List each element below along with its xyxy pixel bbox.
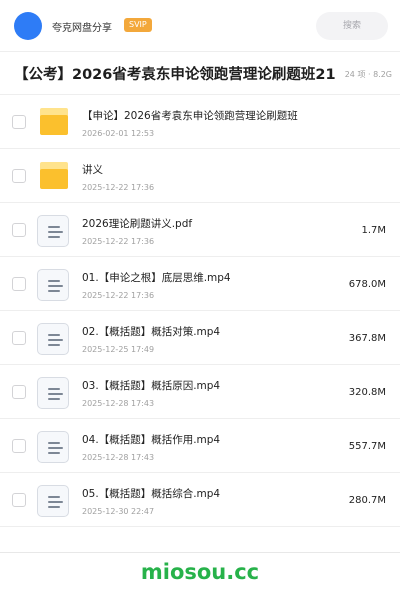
row-checkbox[interactable] xyxy=(12,169,26,183)
file-name: 01.【申论之根】底层思维.mp4 xyxy=(82,272,231,284)
header-bar: 夸克网盘分享 SVIP 搜索 xyxy=(0,0,400,52)
file-size: 1.7M xyxy=(361,225,386,236)
file-date: 2026-02-01 12:53 xyxy=(82,129,155,138)
file-name: 04.【概括题】概括作用.mp4 xyxy=(82,434,221,446)
file-size: 557.7M xyxy=(348,441,386,452)
file-row[interactable]: 2026理论刷题讲义.pdf 2025-12-22 17:36 1.7M xyxy=(0,203,400,257)
watermark: miosou.cc xyxy=(140,560,260,584)
folder-icon xyxy=(37,161,69,193)
row-checkbox[interactable] xyxy=(12,277,26,291)
file-size: 320.8M xyxy=(348,387,386,398)
search-button[interactable]: 搜索 xyxy=(316,12,388,40)
file-size: 367.8M xyxy=(348,333,386,344)
file-size: 280.7M xyxy=(348,495,386,506)
file-row[interactable]: 【申论】2026省考袁东申论领跑营理论刷题班 2026-02-01 12:53 xyxy=(0,95,400,149)
file-date: 2025-12-22 17:36 xyxy=(82,237,155,246)
file-date: 2025-12-30 22:47 xyxy=(82,507,155,516)
file-name: 【申论】2026省考袁东申论领跑营理论刷题班 xyxy=(82,110,298,122)
document-icon xyxy=(37,431,69,463)
row-checkbox[interactable] xyxy=(12,493,26,507)
share-title: 夸克网盘分享 xyxy=(52,23,112,34)
row-checkbox[interactable] xyxy=(12,331,26,345)
file-row[interactable]: 02.【概括题】概括对策.mp4 2025-12-25 17:49 367.8M xyxy=(0,311,400,365)
folder-meta: 24 项 · 8.2G xyxy=(344,70,392,79)
file-name: 02.【概括题】概括对策.mp4 xyxy=(82,326,221,338)
file-name: 2026理论刷题讲义.pdf xyxy=(82,218,193,230)
file-date: 2025-12-25 17:49 xyxy=(82,345,155,354)
file-list: 【申论】2026省考袁东申论领跑营理论刷题班 2026-02-01 12:53 … xyxy=(0,95,400,527)
row-checkbox[interactable] xyxy=(12,385,26,399)
file-name: 讲义 xyxy=(82,164,103,176)
file-row[interactable]: 04.【概括题】概括作用.mp4 2025-12-28 17:43 557.7M xyxy=(0,419,400,473)
file-date: 2025-12-28 17:43 xyxy=(82,453,155,462)
folder-title: 【公考】2026省考袁东申论领跑营理论刷题班21 xyxy=(14,67,336,83)
document-icon xyxy=(37,269,69,301)
file-name: 03.【概括题】概括原因.mp4 xyxy=(82,380,221,392)
document-icon xyxy=(37,485,69,517)
document-icon xyxy=(37,377,69,409)
file-row[interactable]: 05.【概括题】概括综合.mp4 2025-12-30 22:47 280.7M xyxy=(0,473,400,527)
row-checkbox[interactable] xyxy=(12,439,26,453)
file-date: 2025-12-22 17:36 xyxy=(82,183,155,192)
row-checkbox[interactable] xyxy=(12,115,26,129)
file-date: 2025-12-28 17:43 xyxy=(82,399,155,408)
file-date: 2025-12-22 17:36 xyxy=(82,291,155,300)
svip-badge: SVIP xyxy=(124,18,152,32)
file-row[interactable]: 01.【申论之根】底层思维.mp4 2025-12-22 17:36 678.0… xyxy=(0,257,400,311)
document-icon xyxy=(37,215,69,247)
document-icon xyxy=(37,323,69,355)
file-row[interactable]: 讲义 2025-12-22 17:36 xyxy=(0,149,400,203)
folder-icon xyxy=(37,107,69,139)
file-row[interactable]: 03.【概括题】概括原因.mp4 2025-12-28 17:43 320.8M xyxy=(0,365,400,419)
file-name: 05.【概括题】概括综合.mp4 xyxy=(82,488,221,500)
file-size: 678.0M xyxy=(348,279,386,290)
avatar[interactable] xyxy=(14,12,42,40)
row-checkbox[interactable] xyxy=(12,223,26,237)
